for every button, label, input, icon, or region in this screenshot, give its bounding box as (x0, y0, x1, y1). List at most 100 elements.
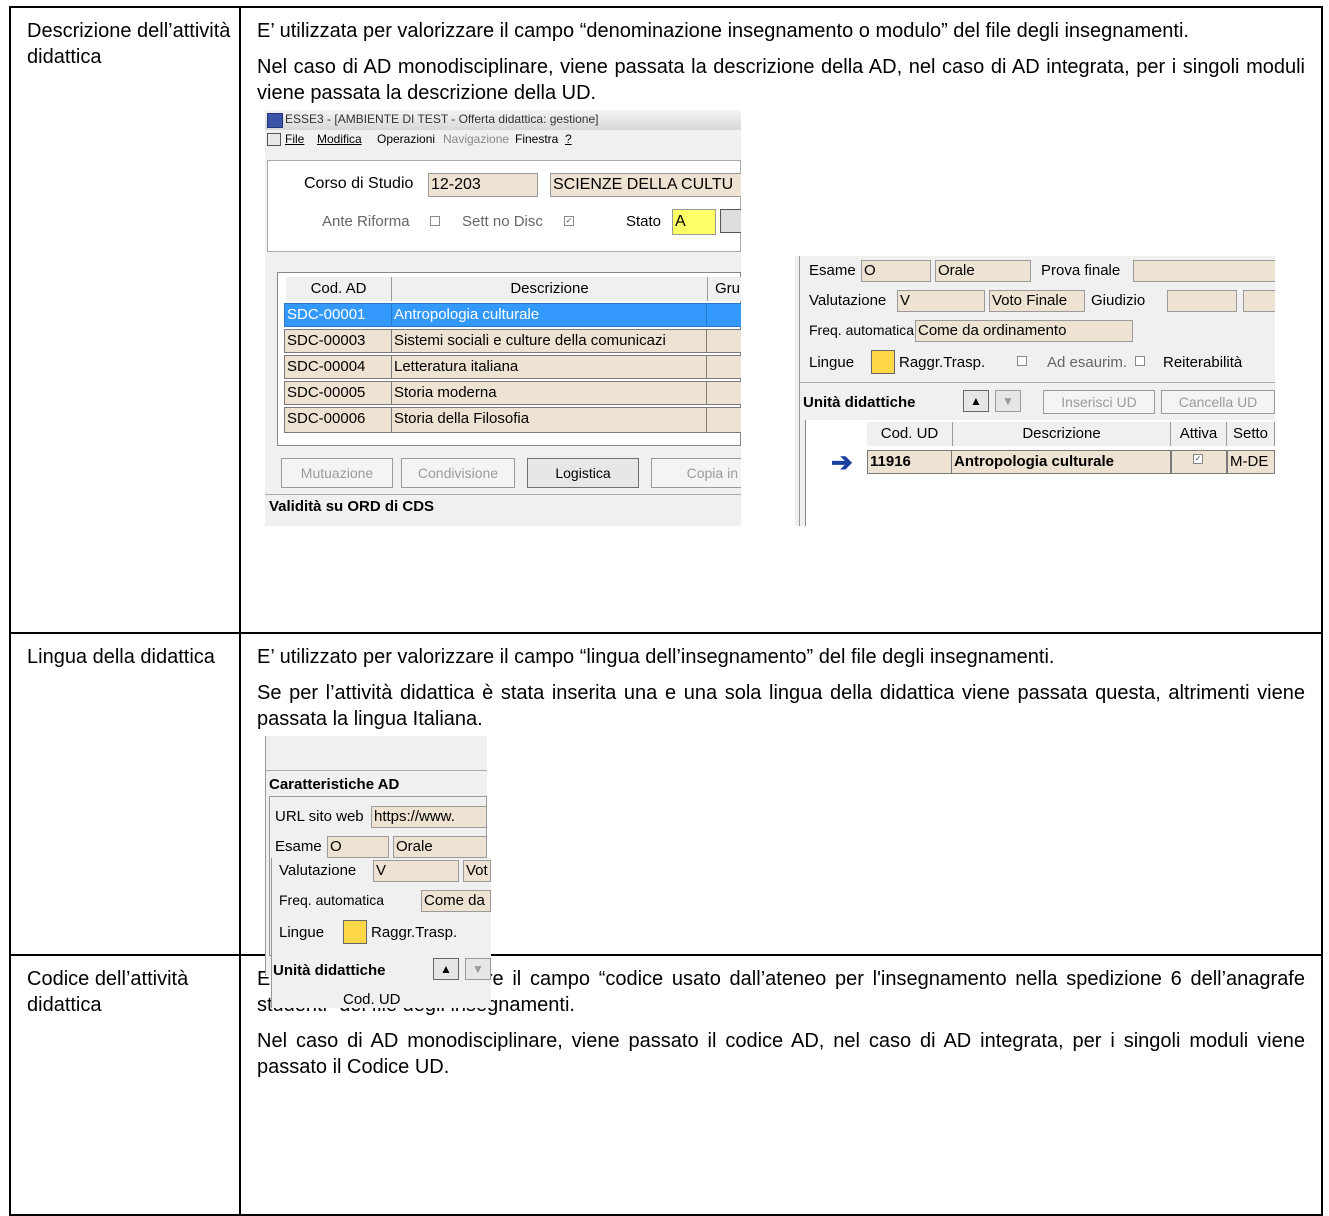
menu-navigazione[interactable]: Navigazione (443, 130, 509, 148)
header-descrizione[interactable]: Descrizione (392, 277, 708, 301)
giudizio-label: Giudizio (1091, 292, 1146, 309)
move-up-icon[interactable]: ▲ (433, 958, 459, 980)
paragraph: E’ utilizzata per valorizzare il campo “… (257, 20, 1189, 42)
prova-finale-field[interactable] (1133, 260, 1275, 282)
cancella-ud-button[interactable]: Cancella UD (1161, 390, 1275, 414)
row-code[interactable]: SDC-00006 (284, 407, 392, 433)
row-gruppo[interactable] (706, 303, 741, 327)
sett-no-disc-label: Sett no Disc (462, 213, 543, 230)
stato-label: Stato (626, 213, 662, 230)
header-descrizione[interactable]: Descrizione (953, 422, 1171, 446)
description-cell: E’ utilizzata per valorizzare il campo “… (239, 6, 1323, 634)
row-label: Codice dell’attività didattica (27, 968, 189, 1016)
current-row-arrow-icon: ➔ (831, 447, 853, 477)
lingue-label: Lingue (279, 924, 325, 941)
window-title: ESSE3 - [AMBIENTE DI TEST - Offerta dida… (285, 112, 599, 126)
screenshot-unita-didattiche: Esame O Orale Prova finale Valutazione V… (795, 256, 1275, 526)
stato-field[interactable]: A (672, 209, 716, 235)
panel-border (799, 256, 800, 526)
row-desc[interactable]: Storia della Filosofia (391, 407, 707, 433)
row-gruppo[interactable] (706, 329, 741, 353)
row-gruppo[interactable] (706, 407, 741, 433)
logistica-button[interactable]: Logistica (527, 458, 639, 488)
menu-finestra[interactable]: Finestra (515, 130, 558, 148)
table-row: Lingua della didattica E’ utilizzato per… (9, 632, 1323, 976)
header-gruppo[interactable]: Gru (708, 277, 741, 301)
header-cod-ud[interactable]: Cod. UD (867, 422, 953, 446)
reiterabilita-label: Reiterabilità (1163, 354, 1243, 371)
valutazione-code-field[interactable]: V (897, 290, 985, 312)
panel-divider (265, 770, 487, 771)
valutazione-code-field[interactable]: V (373, 860, 459, 882)
esame-code-field[interactable]: O (861, 260, 931, 282)
giudizio-field-2[interactable] (1243, 290, 1275, 312)
valutazione-desc-field[interactable]: Vot (463, 860, 491, 882)
row-gruppo[interactable] (706, 355, 741, 379)
panel-border (271, 858, 272, 1008)
cod-ud-header-clip: Cod. UD (343, 992, 401, 1008)
label-cell: Lingua della didattica (9, 632, 241, 956)
ud-code-cell[interactable]: 11916 (867, 450, 953, 474)
url-label: URL sito web (275, 808, 364, 825)
ad-esaurim-checkbox[interactable] (1135, 356, 1145, 366)
row-label: Descrizione dell’attività didattica (27, 20, 231, 68)
document-icon[interactable] (720, 209, 741, 233)
corso-name-field[interactable]: SCIENZE DELLA CULTU (550, 173, 741, 197)
folder-icon[interactable] (871, 350, 895, 374)
unita-didattiche-label: Unità didattiche (273, 962, 386, 979)
row-desc[interactable]: Sistemi sociali e culture della comunica… (391, 329, 707, 353)
menu-file[interactable]: File (285, 130, 304, 148)
ante-riforma-label: Ante Riforma (322, 213, 410, 230)
move-down-icon[interactable]: ▼ (465, 958, 491, 980)
ante-riforma-checkbox[interactable] (430, 216, 440, 226)
paragraph: Nel caso di AD monodisciplinare, viene p… (257, 56, 1305, 104)
esame-label: Esame (809, 262, 856, 279)
ud-desc-cell[interactable]: Antropologia culturale (951, 450, 1171, 474)
ud-settore-cell[interactable]: M-DE (1227, 450, 1275, 474)
raggr-label: Raggr.Trasp. (899, 354, 986, 371)
row-code[interactable]: SDC-00001 (284, 303, 392, 327)
folder-icon[interactable] (343, 920, 367, 944)
row-code[interactable]: SDC-00003 (284, 329, 392, 353)
row-gruppo[interactable] (706, 381, 741, 405)
menu-help[interactable]: ? (565, 130, 572, 148)
sett-no-disc-checkbox[interactable]: ✓ (564, 216, 574, 226)
row-desc[interactable]: Letteratura italiana (391, 355, 707, 379)
menu-modifica[interactable]: Modifica (317, 130, 362, 148)
panel-border (265, 736, 266, 976)
header-attiva[interactable]: Attiva (1171, 422, 1227, 446)
valutazione-desc-field[interactable]: Voto Finale (989, 290, 1085, 312)
screenshot-caratteristiche-ad-lower: Valutazione V Vot Freq. automatica Come … (271, 858, 491, 1008)
ad-esaurim-label: Ad esaurim. (1047, 354, 1128, 371)
freq-field[interactable]: Come da ordinamento (915, 320, 1133, 342)
lingue-label: Lingue (809, 354, 855, 371)
inserisci-ud-button[interactable]: Inserisci UD (1043, 390, 1155, 414)
paragraph: Nel caso di AD monodisciplinare, viene p… (257, 1030, 1305, 1078)
ud-attiva-checkbox[interactable]: ✓ (1193, 454, 1203, 464)
menu-bar: File Modifica Operazioni Navigazione Fin… (265, 130, 741, 148)
valutazione-label: Valutazione (809, 292, 887, 309)
label-cell: Codice dell’attività didattica (9, 954, 241, 1216)
row-code[interactable]: SDC-00005 (284, 381, 392, 405)
esame-code-field[interactable]: O (327, 836, 389, 858)
raggr-checkbox[interactable] (1017, 356, 1027, 366)
esame-label: Esame (275, 838, 322, 855)
row-desc[interactable]: Antropologia culturale (391, 303, 707, 327)
corso-code-field[interactable]: 12-203 (428, 173, 538, 197)
freq-field[interactable]: Come da (421, 890, 491, 912)
menu-operazioni[interactable]: Operazioni (377, 130, 435, 148)
esame-desc-field[interactable]: Orale (935, 260, 1031, 282)
header-cod-ad[interactable]: Cod. AD (286, 277, 392, 301)
mutuazione-button[interactable]: Mutuazione (281, 458, 393, 488)
prova-finale-label: Prova finale (1041, 262, 1121, 279)
esame-desc-field[interactable]: Orale (393, 836, 487, 858)
row-desc[interactable]: Storia moderna (391, 381, 707, 405)
copia-in-button[interactable]: Copia in (651, 458, 741, 488)
header-settore[interactable]: Setto (1227, 422, 1275, 446)
row-code[interactable]: SDC-00004 (284, 355, 392, 379)
condivisione-button[interactable]: Condivisione (401, 458, 515, 488)
url-field[interactable]: https://www. (371, 806, 487, 828)
move-down-icon[interactable]: ▼ (995, 390, 1021, 412)
giudizio-field[interactable] (1167, 290, 1237, 312)
move-up-icon[interactable]: ▲ (963, 390, 989, 412)
